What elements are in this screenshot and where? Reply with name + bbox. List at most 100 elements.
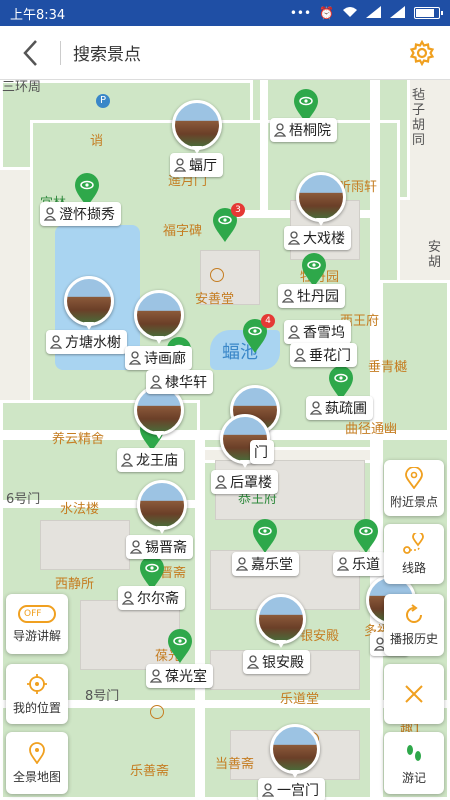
poi-label[interactable]: 锡晋斋 bbox=[126, 535, 193, 559]
poi-label[interactable]: 银安殿 bbox=[243, 650, 310, 674]
map-label: 乐善斋 bbox=[130, 764, 170, 779]
parking-icon: P bbox=[96, 94, 110, 108]
person-icon bbox=[336, 557, 350, 571]
map-label: 西静所 bbox=[55, 577, 95, 592]
scenic-photo-marker[interactable] bbox=[172, 100, 222, 158]
scenic-photo bbox=[137, 480, 187, 530]
person-icon bbox=[43, 207, 57, 221]
settings-button[interactable] bbox=[394, 26, 450, 80]
full-map-button[interactable]: 全景地图 bbox=[6, 732, 68, 794]
poi-label[interactable]: 方塘水榭 bbox=[46, 330, 127, 354]
person-icon bbox=[246, 655, 260, 669]
poi-name: 垂花门 bbox=[309, 348, 351, 364]
person-icon bbox=[293, 348, 307, 362]
scenic-photo-marker[interactable] bbox=[256, 594, 306, 652]
poi-name: 澄怀撷秀 bbox=[59, 207, 115, 223]
map-label: 6号门 bbox=[6, 492, 41, 507]
location-pin-icon bbox=[405, 466, 423, 489]
toggle-switch[interactable]: OFF bbox=[18, 604, 56, 623]
poi-label[interactable]: 门 bbox=[250, 440, 274, 464]
close-button[interactable] bbox=[384, 664, 444, 724]
wifi-icon bbox=[342, 6, 358, 21]
poi-label[interactable]: 蝠厅 bbox=[170, 153, 223, 177]
person-icon bbox=[273, 123, 287, 137]
alarm-icon: ⏰ bbox=[319, 6, 334, 20]
poi-label[interactable]: 牡丹园 bbox=[278, 284, 345, 308]
person-icon bbox=[214, 475, 228, 489]
scenic-pin-with-count[interactable]: 3 bbox=[211, 203, 245, 243]
route-icon bbox=[403, 532, 424, 554]
poi-label[interactable]: 后罩楼 bbox=[211, 470, 278, 494]
scenic-photo-marker[interactable] bbox=[296, 172, 346, 230]
status-icons: ••• ⏰ bbox=[290, 5, 443, 21]
route-button[interactable]: 线路 bbox=[384, 524, 444, 584]
poi-name: 锡晋斋 bbox=[145, 540, 187, 556]
scenic-photo-marker[interactable] bbox=[134, 290, 184, 348]
scenic-photo bbox=[296, 172, 346, 222]
person-icon bbox=[281, 289, 295, 303]
poi-name: 葆光室 bbox=[165, 669, 207, 685]
scenic-photo bbox=[256, 594, 306, 644]
scenic-photo bbox=[64, 276, 114, 326]
crosshair-icon bbox=[27, 673, 47, 694]
search-input[interactable]: 搜索景点 bbox=[61, 40, 394, 65]
poi-label[interactable]: 蓺疏圃 bbox=[306, 396, 373, 420]
refresh-icon bbox=[406, 603, 422, 623]
map-building bbox=[40, 520, 130, 570]
poi-label[interactable]: 棣华轩 bbox=[146, 370, 213, 394]
my-location-button[interactable]: 我的位置 bbox=[6, 664, 68, 724]
poi-name: 龙王庙 bbox=[136, 453, 178, 469]
person-icon bbox=[120, 453, 134, 467]
poi-label[interactable]: 尔尔斋 bbox=[118, 586, 185, 610]
scenic-pin-with-count[interactable]: 4 bbox=[241, 314, 275, 354]
nearby-attractions-button[interactable]: 附近景点 bbox=[384, 460, 444, 516]
road bbox=[260, 80, 268, 210]
map-label: 福字碑 bbox=[163, 224, 203, 239]
person-icon bbox=[309, 401, 323, 415]
poi-label[interactable]: 乐道 bbox=[333, 552, 386, 576]
scenic-pin[interactable] bbox=[166, 628, 194, 664]
poi-label[interactable]: 葆光室 bbox=[146, 664, 213, 688]
poi-label[interactable]: 梧桐院 bbox=[270, 118, 337, 142]
map-label: 毡子胡同 bbox=[412, 88, 426, 148]
route-label: 线路 bbox=[401, 560, 426, 575]
amenity-dot bbox=[210, 268, 224, 282]
poi-name: 蓺疏圃 bbox=[325, 401, 367, 417]
chevron-left-icon bbox=[23, 39, 37, 66]
audio-guide-toggle[interactable]: OFF 导游讲解 bbox=[6, 594, 68, 654]
map-pins-icon bbox=[29, 741, 45, 764]
poi-label[interactable]: 香雪坞 bbox=[284, 320, 351, 344]
poi-label[interactable]: 垂花门 bbox=[290, 343, 357, 367]
scenic-pin[interactable] bbox=[251, 518, 279, 554]
poi-name: 大戏楼 bbox=[303, 231, 345, 247]
person-icon bbox=[129, 540, 143, 554]
poi-label[interactable]: 澄怀撷秀 bbox=[40, 202, 121, 226]
scenic-pin[interactable] bbox=[352, 518, 380, 554]
poi-name: 蝠厅 bbox=[189, 158, 217, 174]
person-icon bbox=[49, 335, 63, 349]
poi-label[interactable]: 诗画廊 bbox=[125, 346, 192, 370]
poi-name: 棣华轩 bbox=[165, 375, 207, 391]
poi-label[interactable]: 一宫门 bbox=[258, 778, 325, 800]
poi-name: 一宫门 bbox=[277, 783, 319, 799]
scenic-photo-marker[interactable] bbox=[137, 480, 187, 538]
poi-label[interactable]: 嘉乐堂 bbox=[232, 552, 299, 576]
scenic-photo-marker[interactable] bbox=[64, 276, 114, 334]
person-icon bbox=[128, 351, 142, 365]
gear-icon bbox=[409, 39, 435, 66]
scenic-pin[interactable] bbox=[300, 252, 328, 288]
history-label: 播报历史 bbox=[389, 631, 438, 646]
travel-notes-button[interactable]: 游记 bbox=[384, 732, 444, 794]
map-label: 安胡 bbox=[428, 240, 442, 270]
person-icon bbox=[149, 669, 163, 683]
poi-name: 门 bbox=[254, 445, 268, 461]
poi-label[interactable]: 龙王庙 bbox=[117, 448, 184, 472]
scenic-photo-marker[interactable] bbox=[270, 724, 320, 782]
map-label: 垂青樾 bbox=[368, 360, 408, 375]
close-icon bbox=[405, 685, 423, 703]
back-button[interactable] bbox=[0, 26, 60, 80]
road bbox=[195, 440, 205, 800]
poi-label[interactable]: 大戏楼 bbox=[284, 226, 351, 250]
broadcast-history-button[interactable]: 播报历史 bbox=[384, 594, 444, 656]
count-badge: 4 bbox=[261, 314, 275, 328]
